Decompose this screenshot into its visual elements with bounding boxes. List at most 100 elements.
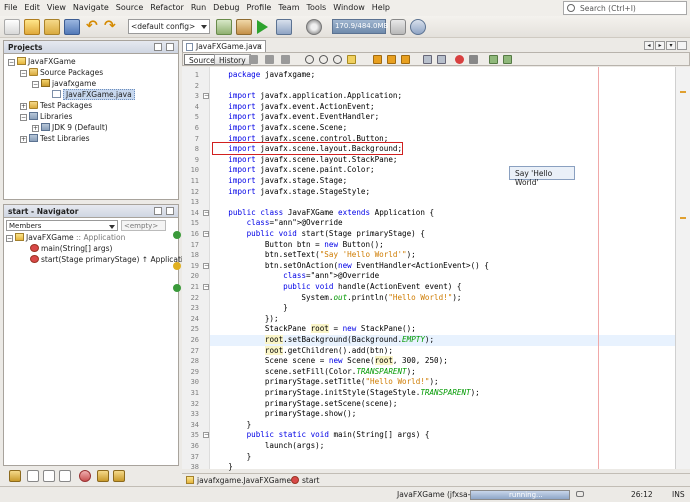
- menu-run[interactable]: Run: [187, 0, 209, 12]
- maximize-icon[interactable]: [677, 41, 687, 50]
- fold-toggle-icon[interactable]: −: [203, 432, 209, 439]
- forward-icon[interactable]: [281, 55, 290, 64]
- code-line[interactable]: Scene scene = new Scene(root, 300, 250);: [210, 356, 675, 367]
- memory-indicator[interactable]: 170.9/484.0MB: [332, 19, 388, 34]
- stop-macro-icon[interactable]: [469, 55, 478, 64]
- code-line[interactable]: primaryStage.initStyle(StageStyle.TRANSP…: [210, 388, 675, 399]
- tab-javafxgame[interactable]: JavaFXGame.java ×: [182, 40, 266, 52]
- override-icon[interactable]: [173, 230, 181, 239]
- find-next-icon[interactable]: [333, 55, 342, 64]
- code-line[interactable]: import javafx.scene.Scene;: [210, 123, 675, 134]
- search-input[interactable]: Search (Ctrl+I): [563, 1, 687, 15]
- code-line[interactable]: }: [210, 462, 675, 473]
- menu-source[interactable]: Source: [112, 0, 146, 12]
- last-edit-icon[interactable]: [249, 55, 258, 64]
- hint-bulb-icon[interactable]: [173, 262, 181, 271]
- tree-item-source-packages[interactable]: − Source Packages: [20, 68, 103, 77]
- menu-window[interactable]: Window: [329, 0, 368, 12]
- clean-build-icon[interactable]: [236, 19, 252, 35]
- code-line[interactable]: btn.setOnAction(new EventHandler<ActionE…: [210, 261, 675, 272]
- code-line[interactable]: root.getChildren().add(btn);: [210, 345, 675, 357]
- code-line[interactable]: primaryStage.show();: [210, 409, 675, 420]
- members-filter-select[interactable]: Members: [6, 220, 118, 231]
- tree-item-java-file[interactable]: JavaFXGame.java: [52, 89, 135, 100]
- code-line[interactable]: StackPane root = new StackPane();: [210, 324, 675, 335]
- show-nonpublic-icon[interactable]: [59, 470, 71, 482]
- sort-alpha-icon[interactable]: [113, 470, 125, 482]
- fold-toggle-icon[interactable]: −: [203, 284, 209, 290]
- code-line[interactable]: import javafx.stage.Stage;: [210, 176, 675, 187]
- tree-item-test-libraries[interactable]: + Test Libraries: [20, 134, 90, 143]
- nav-item-main[interactable]: main(String[] args): [30, 244, 112, 253]
- code-line[interactable]: import javafx.scene.layout.StackPane;: [210, 155, 675, 166]
- save-all-icon[interactable]: [64, 19, 80, 35]
- code-line[interactable]: });: [210, 314, 675, 325]
- redo-icon[interactable]: ↷: [104, 19, 120, 35]
- code-line[interactable]: import javafx.event.ActionEvent;: [210, 102, 675, 113]
- menu-help[interactable]: Help: [368, 0, 393, 12]
- collapse-icon[interactable]: −: [32, 81, 39, 88]
- code-line[interactable]: import javafx.stage.StageStyle;: [210, 187, 675, 198]
- code-line[interactable]: scene.setFill(Color.TRANSPARENT);: [210, 367, 675, 378]
- code-line[interactable]: public class JavaFXGame extends Applicat…: [210, 208, 675, 219]
- code-line[interactable]: }: [210, 303, 675, 314]
- code-line[interactable]: primaryStage.setScene(scene);: [210, 399, 675, 410]
- code-line[interactable]: class="ann">@Override: [210, 271, 675, 282]
- code-line[interactable]: }: [210, 452, 675, 463]
- breadcrumb-method[interactable]: start: [302, 476, 319, 485]
- uncomment-icon[interactable]: [503, 55, 512, 64]
- tab-list-icon[interactable]: ▾: [666, 41, 676, 50]
- maximize-icon[interactable]: [166, 43, 174, 51]
- code-line[interactable]: class="ann">@Override: [210, 218, 675, 229]
- minimize-icon[interactable]: [154, 43, 162, 51]
- menu-edit[interactable]: Edit: [20, 0, 43, 12]
- close-icon[interactable]: ×: [256, 42, 263, 51]
- tree-item-test-packages[interactable]: + Test Packages: [20, 101, 92, 110]
- start-macro-icon[interactable]: [455, 55, 464, 64]
- menu-file[interactable]: File: [0, 0, 20, 12]
- show-fields-icon[interactable]: [27, 470, 39, 482]
- expand-icon[interactable]: +: [20, 136, 27, 143]
- profile-icon[interactable]: [306, 19, 322, 35]
- config-select[interactable]: <default config>: [128, 19, 210, 34]
- new-project-icon[interactable]: [24, 19, 40, 35]
- tree-item-libraries[interactable]: − Libraries: [20, 112, 72, 121]
- prev-bookmark-icon[interactable]: [373, 55, 382, 64]
- code-line[interactable]: Button btn = new Button();: [210, 240, 675, 251]
- fold-toggle-icon[interactable]: −: [203, 209, 209, 216]
- code-line[interactable]: public static void main(String[] args) {: [210, 430, 675, 441]
- tree-item-jdk[interactable]: + JDK 9 (Default): [32, 123, 108, 132]
- nav-item-class[interactable]: − JavaFXGame :: Application: [6, 233, 125, 242]
- menu-debug[interactable]: Debug: [209, 0, 242, 12]
- code-line[interactable]: launch(args);: [210, 441, 675, 452]
- code-line[interactable]: import javafx.scene.paint.Color;: [210, 165, 675, 176]
- menu-navigate[interactable]: Navigate: [69, 0, 112, 12]
- code-line[interactable]: btn.setText("Say 'Hello World'");: [210, 250, 675, 261]
- collapse-icon[interactable]: −: [6, 235, 13, 242]
- comment-icon[interactable]: [489, 55, 498, 64]
- code-line[interactable]: [210, 197, 675, 208]
- collapse-icon[interactable]: −: [8, 59, 15, 66]
- menu-tools[interactable]: Tools: [303, 0, 330, 12]
- maximize-icon[interactable]: [166, 207, 174, 215]
- tree-item-package[interactable]: − javafxgame: [32, 79, 96, 88]
- back-icon[interactable]: [265, 55, 274, 64]
- code-line[interactable]: import javafx.application.Application;: [210, 91, 675, 102]
- sort-icon[interactable]: [97, 470, 109, 482]
- scroll-left-icon[interactable]: ◂: [644, 41, 654, 50]
- menu-view[interactable]: View: [43, 0, 69, 12]
- code-line[interactable]: }: [210, 420, 675, 431]
- code-line[interactable]: System.out.println("Hello World!");: [210, 293, 675, 304]
- cancel-task-icon[interactable]: [576, 491, 584, 497]
- expand-icon[interactable]: +: [32, 125, 39, 132]
- refresh-icon[interactable]: [410, 19, 426, 35]
- show-inherited-icon[interactable]: [79, 470, 91, 482]
- debug-icon[interactable]: [276, 19, 292, 35]
- scroll-right-icon[interactable]: ▸: [655, 41, 665, 50]
- minimize-icon[interactable]: [154, 207, 162, 215]
- fold-toggle-icon[interactable]: −: [203, 93, 209, 100]
- code-line[interactable]: package javafxgame;: [210, 70, 675, 81]
- undo-icon[interactable]: ↶: [86, 19, 102, 35]
- fold-toggle-icon[interactable]: −: [203, 231, 209, 237]
- error-stripe-mark[interactable]: [680, 91, 686, 93]
